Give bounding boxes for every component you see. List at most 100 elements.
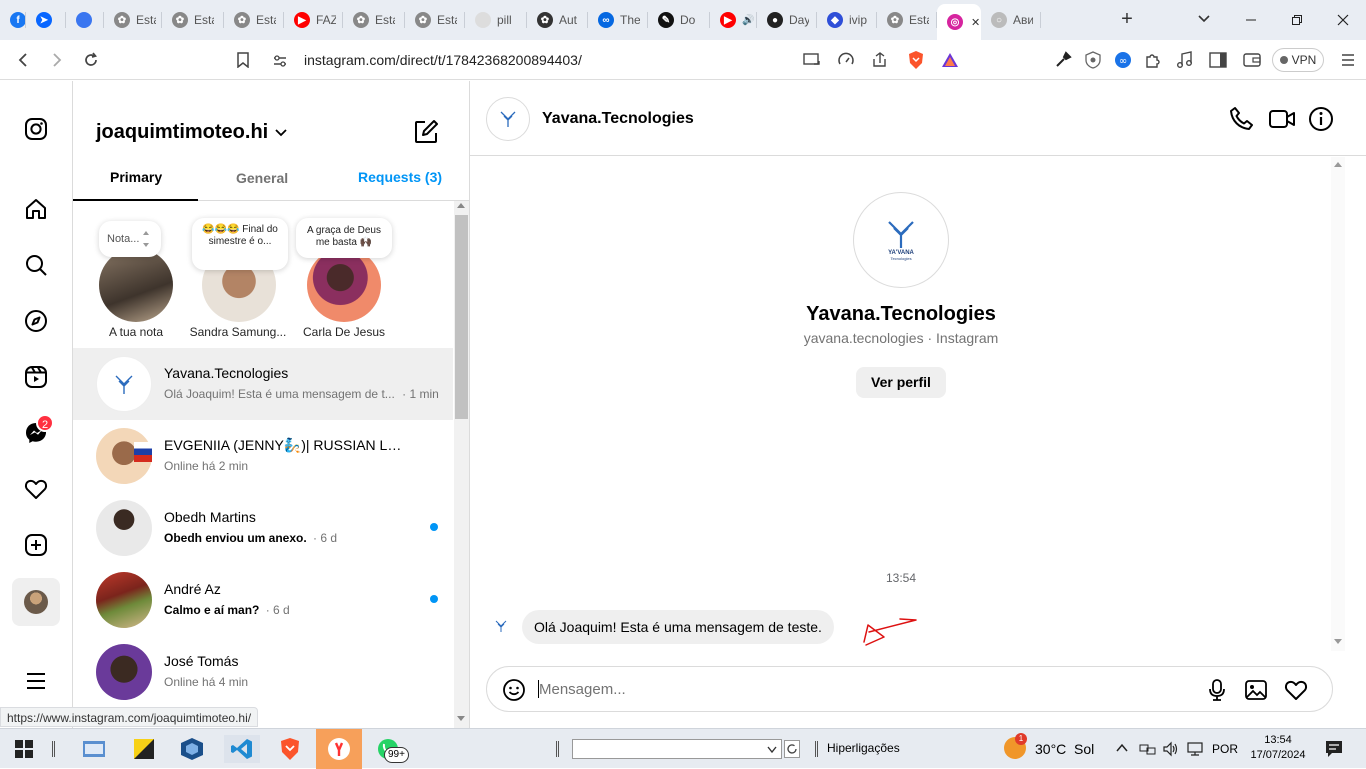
note-input-bubble[interactable]: Nota...: [99, 221, 161, 257]
new-message-icon[interactable]: [413, 119, 439, 145]
forward-button[interactable]: [45, 48, 69, 72]
browser-tab[interactable]: ➤: [26, 0, 66, 40]
message-input[interactable]: Mensagem...: [539, 681, 626, 698]
more-menu-icon[interactable]: [22, 667, 50, 695]
shield-extension-icon[interactable]: [1083, 50, 1103, 70]
brave-browser-icon[interactable]: [276, 735, 304, 763]
chat-header-name[interactable]: Yavana.Tecnologies: [542, 110, 694, 128]
browser-tab[interactable]: ▶ 🔊: [710, 0, 757, 40]
explore-icon[interactable]: [22, 307, 50, 335]
brave-rewards-icon[interactable]: [940, 50, 960, 70]
tab-general[interactable]: General: [236, 170, 288, 186]
infinity-extension-icon[interactable]: ∞: [1113, 50, 1133, 70]
browser-tab[interactable]: ✿ Esta: [224, 0, 284, 40]
scroll-up-icon[interactable]: [457, 203, 465, 208]
note-bubble[interactable]: 😂😂😂 Final do simestre é o...: [192, 218, 288, 270]
close-tab-icon[interactable]: ✕: [971, 16, 980, 29]
tab-search-icon[interactable]: [1196, 10, 1216, 30]
refresh-icon[interactable]: [784, 740, 800, 758]
yandex-browser-button[interactable]: [316, 729, 362, 769]
browser-tab[interactable]: ◎ ✕: [937, 4, 981, 40]
browser-tab[interactable]: ✎ Do: [648, 0, 710, 40]
microphone-icon[interactable]: [1205, 678, 1229, 702]
conversation-info-icon[interactable]: [1308, 106, 1334, 132]
action-center-icon[interactable]: [1324, 739, 1344, 759]
browser-tab[interactable]: ◆ ivip: [817, 0, 877, 40]
image-upload-icon[interactable]: [1244, 678, 1268, 702]
scrollbar[interactable]: [454, 201, 469, 728]
explorer-app-icon[interactable]: [80, 735, 108, 763]
conversation-item[interactable]: André Az Calmo e aí man? · 6 d: [73, 564, 453, 636]
avatar[interactable]: [486, 97, 530, 141]
weather-sun-icon[interactable]: 1: [1004, 733, 1027, 759]
bookmark-icon[interactable]: [231, 48, 255, 72]
scroll-down-icon[interactable]: [1334, 639, 1342, 644]
browser-tab[interactable]: ● Day: [757, 0, 817, 40]
browser-tab[interactable]: ∞ The: [588, 0, 648, 40]
browser-tab[interactable]: ✿ Esta: [877, 0, 937, 40]
search-icon[interactable]: [22, 251, 50, 279]
share-icon[interactable]: [870, 50, 890, 70]
profile-nav-item[interactable]: [12, 578, 60, 626]
eyedropper-icon[interactable]: [1053, 50, 1073, 70]
create-icon[interactable]: [22, 531, 50, 559]
weather-text[interactable]: 30°C Sol: [1035, 741, 1094, 757]
conversation-item[interactable]: Yavana.Tecnologies Olá Joaquim! Esta é u…: [73, 348, 453, 420]
browser-tab[interactable]: ✿ Aut: [527, 0, 588, 40]
tab-requests[interactable]: Requests (3): [358, 169, 442, 185]
browser-tab[interactable]: ✿ Esta: [162, 0, 224, 40]
chat-scrollbar[interactable]: [1331, 157, 1345, 651]
vscode-icon[interactable]: [224, 735, 260, 763]
home-icon[interactable]: [22, 195, 50, 223]
browser-tab[interactable]: ▶ FAZ: [284, 0, 343, 40]
browser-tab[interactable]: ✿ Esta: [343, 0, 405, 40]
conversation-item[interactable]: EVGENIIA (JENNY🧞)| RUSSIAN LAN... Online…: [73, 420, 453, 492]
clock[interactable]: 13:54 17/07/2024: [1247, 733, 1309, 763]
like-heart-icon[interactable]: [1284, 678, 1308, 702]
url-input[interactable]: instagram.com/direct/t/17842368200894403…: [304, 52, 582, 68]
performance-icon[interactable]: [836, 50, 856, 70]
virtualbox-icon[interactable]: [178, 735, 206, 763]
message-bubble[interactable]: Olá Joaquim! Esta é uma mensagem de test…: [522, 610, 834, 644]
back-button[interactable]: [11, 48, 35, 72]
restore-button[interactable]: [1274, 0, 1320, 40]
sticky-notes-icon[interactable]: [130, 735, 158, 763]
view-profile-button[interactable]: Ver perfil: [856, 367, 946, 398]
vpn-button[interactable]: VPN: [1272, 48, 1324, 72]
tab-primary[interactable]: Primary: [110, 169, 162, 185]
instagram-logo-icon[interactable]: [22, 115, 50, 143]
close-window-button[interactable]: [1320, 0, 1366, 40]
menu-icon[interactable]: [1338, 50, 1358, 70]
minimize-button[interactable]: [1228, 0, 1274, 40]
site-info-icon[interactable]: [272, 53, 288, 69]
browser-tab[interactable]: ✿ Esta: [104, 0, 162, 40]
note-bubble[interactable]: A graça de Deus me basta 🙌🏿: [296, 218, 392, 258]
scroll-down-icon[interactable]: [457, 716, 465, 721]
links-toolbar-label[interactable]: Hiperligações: [827, 741, 900, 755]
conversation-item[interactable]: Obedh Martins Obedh enviou um anexo. · 6…: [73, 492, 453, 564]
video-call-icon[interactable]: [1268, 106, 1296, 132]
reels-icon[interactable]: [22, 363, 50, 391]
whatsapp-icon[interactable]: 99+: [374, 735, 409, 763]
scrollbar-thumb[interactable]: [455, 215, 468, 419]
sidebar-icon[interactable]: [1208, 50, 1228, 70]
conversation-item[interactable]: José Tomás Online há 4 min: [73, 636, 453, 708]
display-icon[interactable]: [1186, 741, 1204, 757]
browser-tab[interactable]: ○ Ави: [981, 0, 1041, 40]
reload-button[interactable]: [79, 48, 103, 72]
avatar[interactable]: [307, 248, 381, 322]
phone-icon[interactable]: [1228, 106, 1254, 132]
emoji-icon[interactable]: [502, 678, 526, 702]
browser-tab[interactable]: ✿ Esta: [405, 0, 465, 40]
cast-icon[interactable]: [802, 50, 822, 70]
brave-shields-icon[interactable]: [906, 50, 926, 70]
extensions-icon[interactable]: [1143, 50, 1163, 70]
language-indicator[interactable]: POR: [1212, 742, 1238, 756]
new-tab-button[interactable]: +: [1117, 9, 1137, 30]
scroll-up-icon[interactable]: [1334, 162, 1342, 167]
media-icon[interactable]: [1175, 50, 1195, 70]
browser-tab[interactable]: pill: [465, 0, 527, 40]
volume-icon[interactable]: [1162, 741, 1180, 757]
account-switcher[interactable]: joaquimtimoteo.hi: [96, 121, 288, 144]
network-icon[interactable]: [1139, 741, 1157, 757]
